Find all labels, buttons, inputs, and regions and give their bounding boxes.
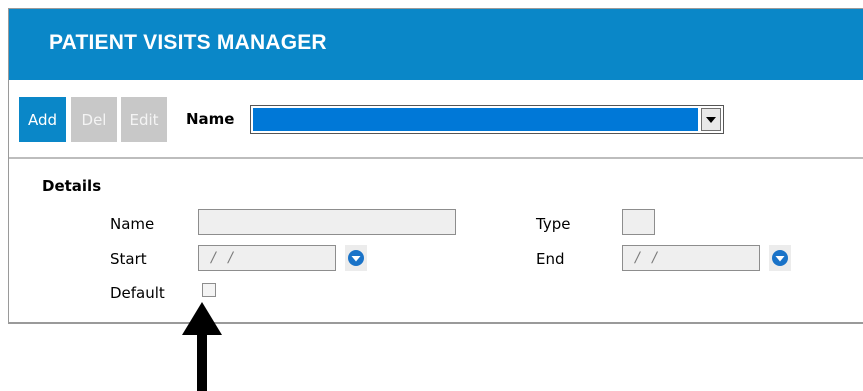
circle-arrow-down-icon	[772, 250, 788, 266]
default-checkbox[interactable]	[202, 283, 216, 297]
name-field-label: Name	[110, 215, 155, 233]
name-select-value	[253, 108, 698, 131]
start-date-picker-button[interactable]	[345, 245, 367, 271]
edit-button[interactable]: Edit	[121, 97, 167, 142]
toolbar: Add Del Edit Name	[9, 80, 863, 159]
chevron-down-icon[interactable]	[701, 108, 721, 131]
arrow-up-icon-shaft	[197, 333, 207, 391]
arrow-up-icon	[182, 302, 222, 335]
app-header: PATIENT VISITS MANAGER	[9, 9, 863, 80]
name-input[interactable]	[198, 209, 456, 235]
type-input[interactable]	[622, 209, 655, 235]
name-select-label: Name	[186, 110, 235, 128]
start-date-input[interactable]: / /	[198, 245, 336, 271]
end-date-picker-button[interactable]	[769, 245, 791, 271]
delete-button[interactable]: Del	[71, 97, 117, 142]
name-select[interactable]	[250, 105, 724, 134]
type-field-label: Type	[536, 215, 571, 233]
details-section-title: Details	[42, 177, 102, 195]
circle-arrow-down-icon	[348, 250, 364, 266]
default-field-label: Default	[110, 284, 165, 302]
add-button[interactable]: Add	[19, 97, 66, 142]
page-title: PATIENT VISITS MANAGER	[49, 31, 327, 54]
patient-visits-window: PATIENT VISITS MANAGER Add Del Edit Name…	[8, 8, 863, 324]
start-field-label: Start	[110, 250, 147, 268]
end-field-label: End	[536, 250, 565, 268]
end-date-input[interactable]: / /	[622, 245, 760, 271]
